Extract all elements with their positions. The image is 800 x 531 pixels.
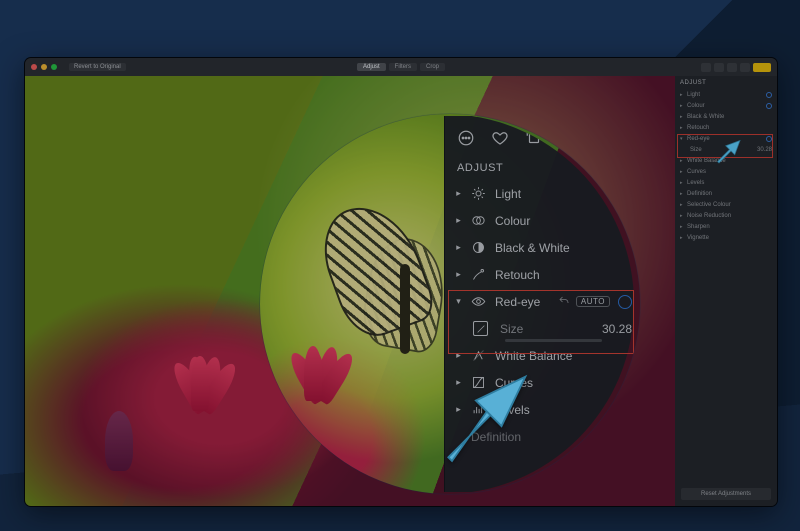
size-tool-icon[interactable] — [473, 321, 488, 336]
revert-to-original-button[interactable]: Revert to Original — [69, 63, 126, 71]
done-button-zoom[interactable]: Don — [591, 127, 632, 149]
inspector-row-bw[interactable]: ▸Black & White — [680, 111, 772, 122]
window-titlebar: Revert to Original Adjust Filters Crop — [25, 58, 777, 76]
inspector-row-light[interactable]: ▸Light — [680, 89, 772, 100]
callout-arrow-large — [430, 362, 540, 472]
fullscreen-window-icon[interactable] — [51, 64, 57, 70]
mode-segment: Adjust Filters Crop — [357, 63, 445, 71]
row-colour[interactable]: ▸ Colour — [445, 207, 640, 234]
photo-content — [165, 356, 245, 466]
row-light[interactable]: ▸ Light — [445, 180, 640, 207]
undo-icon[interactable] — [558, 295, 570, 309]
tab-filters[interactable]: Filters — [389, 63, 417, 71]
favorite-icon[interactable] — [489, 127, 511, 149]
titlebar-right-tools — [701, 63, 771, 72]
size-slider[interactable] — [505, 339, 602, 342]
more-icon[interactable] — [455, 127, 477, 149]
inspector-title: ADJUST — [680, 80, 772, 86]
toolbar-icon[interactable] — [727, 63, 737, 72]
inspector-row-levels[interactable]: ▸Levels — [680, 177, 772, 188]
done-button[interactable] — [753, 63, 771, 72]
wb-icon — [471, 348, 486, 363]
tab-crop[interactable]: Crop — [420, 63, 445, 71]
inspector-row-definition[interactable]: ▸Definition — [680, 188, 772, 199]
inspector-row-colour[interactable]: ▸Colour — [680, 100, 772, 111]
colour-icon — [471, 213, 486, 228]
inspector-row-retouch[interactable]: ▸Retouch — [680, 122, 772, 133]
inspector-row-selcolour[interactable]: ▸Selective Colour — [680, 199, 772, 210]
bw-icon — [471, 240, 486, 255]
reset-adjustments-button[interactable]: Reset Adjustments — [681, 488, 771, 500]
row-bw[interactable]: ▸ Black & White — [445, 234, 640, 261]
inspector-row-vignette[interactable]: ▸Vignette — [680, 232, 772, 243]
auto-enhance-icon[interactable] — [557, 127, 579, 149]
edit-ring-icon[interactable] — [618, 214, 632, 228]
edit-ring-icon[interactable] — [618, 295, 632, 309]
rotate-icon[interactable] — [523, 127, 545, 149]
toolbar-icon[interactable] — [714, 63, 724, 72]
inspector-row-sharpen[interactable]: ▸Sharpen — [680, 221, 772, 232]
redeye-icon — [471, 294, 486, 309]
row-redeye-size[interactable]: Size 30.28 — [445, 315, 640, 342]
row-redeye[interactable]: ▾ Red-eye AUTO — [445, 288, 640, 315]
panel-title: ADJUST — [445, 160, 640, 180]
panel-toolbar: Don — [445, 116, 640, 160]
inspector-row-curves[interactable]: ▸Curves — [680, 166, 772, 177]
edit-ring-icon[interactable] — [618, 187, 632, 201]
light-icon — [471, 186, 486, 201]
row-retouch[interactable]: ▸ Retouch — [445, 261, 640, 288]
close-window-icon[interactable] — [31, 64, 37, 70]
size-label: Size — [497, 322, 523, 336]
inspector-row-noise[interactable]: ▸Noise Reduction — [680, 210, 772, 221]
size-value: 30.28 — [602, 322, 632, 336]
toolbar-icon[interactable] — [740, 63, 750, 72]
minimize-window-icon[interactable] — [41, 64, 47, 70]
tab-adjust[interactable]: Adjust — [357, 63, 386, 71]
retouch-icon — [471, 267, 486, 282]
callout-arrow-small — [713, 136, 743, 166]
auto-button[interactable]: AUTO — [576, 296, 610, 307]
toolbar-icon[interactable] — [701, 63, 711, 72]
